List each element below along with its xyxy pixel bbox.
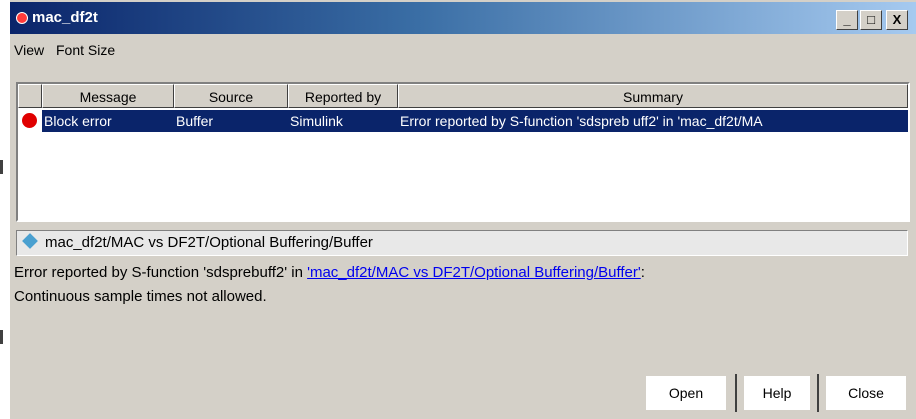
detail-line-2: Continuous sample times not allowed. bbox=[14, 288, 267, 305]
close-button[interactable]: Close bbox=[826, 376, 906, 410]
message-list[interactable]: Message Source Reported by Summary Block… bbox=[16, 82, 910, 222]
title-bar[interactable]: mac_df2t _ □ X bbox=[10, 2, 916, 34]
detail-line-1: Error reported by S-function 'sdsprebuff… bbox=[14, 264, 645, 281]
header-source[interactable]: Source bbox=[174, 84, 288, 108]
app-icon bbox=[16, 12, 28, 24]
open-button[interactable]: Open bbox=[646, 376, 726, 410]
block-icon bbox=[22, 233, 38, 249]
button-separator bbox=[817, 374, 819, 412]
selected-row-highlight: Block error Buffer Simulink Error report… bbox=[42, 110, 908, 132]
cell-message: Block error bbox=[44, 113, 112, 129]
minimize-button[interactable]: _ bbox=[836, 10, 858, 30]
header-summary[interactable]: Summary bbox=[398, 84, 908, 108]
menu-view[interactable]: View bbox=[14, 42, 44, 58]
diagnostic-viewer-window: mac_df2t _ □ X View Font Size Message So… bbox=[10, 0, 916, 419]
window-edge-mark bbox=[0, 160, 3, 174]
detail-suffix: : bbox=[640, 264, 645, 281]
window-title: mac_df2t bbox=[32, 9, 98, 26]
cell-reported-by: Simulink bbox=[290, 113, 343, 129]
button-separator bbox=[735, 374, 737, 412]
block-link[interactable]: 'mac_df2t/MAC vs DF2T/Optional Buffering… bbox=[307, 264, 641, 281]
menu-font-size[interactable]: Font Size bbox=[56, 42, 115, 58]
cell-summary: Error reported by S-function 'sdspreb uf… bbox=[400, 113, 763, 129]
table-row[interactable]: Block error Buffer Simulink Error report… bbox=[18, 110, 908, 132]
error-icon bbox=[22, 113, 37, 128]
maximize-button[interactable]: □ bbox=[860, 10, 882, 30]
window-edge-mark bbox=[0, 330, 3, 344]
header-status[interactable] bbox=[18, 84, 42, 108]
block-path-bar: mac_df2t/MAC vs DF2T/Optional Buffering/… bbox=[16, 230, 908, 256]
close-window-button[interactable]: X bbox=[886, 10, 908, 30]
detail-prefix: Error reported by S-function 'sdsprebuff… bbox=[14, 264, 308, 281]
message-detail: Error reported by S-function 'sdsprebuff… bbox=[10, 260, 916, 340]
menu-bar: View Font Size bbox=[10, 38, 916, 62]
block-path: mac_df2t/MAC vs DF2T/Optional Buffering/… bbox=[45, 234, 373, 251]
header-message[interactable]: Message bbox=[42, 84, 174, 108]
cell-source: Buffer bbox=[176, 113, 214, 129]
help-button[interactable]: Help bbox=[744, 376, 810, 410]
header-reported-by[interactable]: Reported by bbox=[288, 84, 398, 108]
